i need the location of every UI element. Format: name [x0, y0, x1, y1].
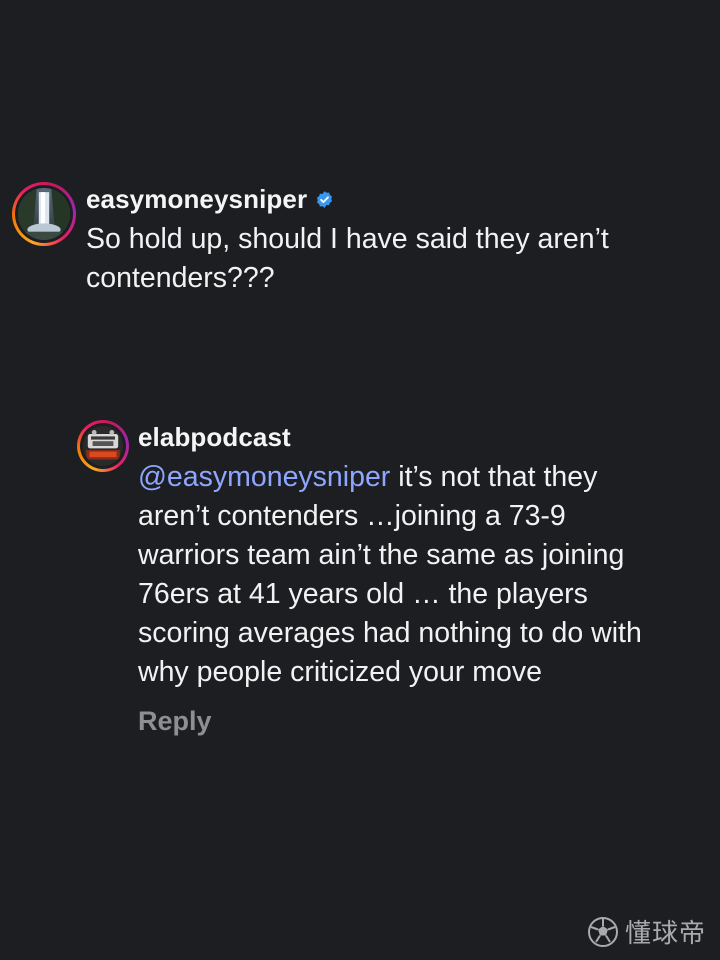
mention-link[interactable]: @easymoneysniper [138, 461, 390, 493]
username-row: easymoneysniper [86, 182, 646, 216]
avatar [83, 426, 123, 466]
watermark-text: 懂球帝 [624, 918, 706, 948]
verified-badge-icon [315, 190, 334, 209]
watermark: 懂球帝 [587, 913, 706, 950]
comment-body: elabpodcast @easymoneysniper it’s not th… [138, 420, 658, 738]
avatar-frame [15, 185, 73, 243]
comment-elabpodcast: elabpodcast @easymoneysniper it’s not th… [77, 420, 697, 738]
comment-text: So hold up, should I have said they aren… [86, 223, 609, 294]
avatar-story-ring[interactable] [12, 182, 76, 246]
reply-button[interactable]: Reply [138, 704, 658, 738]
username-row: elabpodcast [138, 420, 658, 454]
soccer-ball-icon [587, 916, 618, 947]
comment-text-body: it’s not that they aren’t contenders …jo… [138, 461, 642, 688]
podcast-logo-avatar-image [83, 426, 123, 466]
username[interactable]: easymoneysniper [86, 182, 307, 216]
avatar-frame [80, 423, 126, 469]
comment-body: easymoneysniper So hold up, should I hav… [86, 182, 646, 298]
waterfall-avatar-image [18, 188, 70, 240]
username[interactable]: elabpodcast [138, 420, 291, 454]
avatar-story-ring[interactable] [77, 420, 129, 472]
comment-text: @easymoneysniper it’s not that they aren… [138, 458, 658, 692]
avatar [18, 188, 70, 240]
comment-easymoneysniper: easymoneysniper So hold up, should I hav… [12, 182, 702, 298]
